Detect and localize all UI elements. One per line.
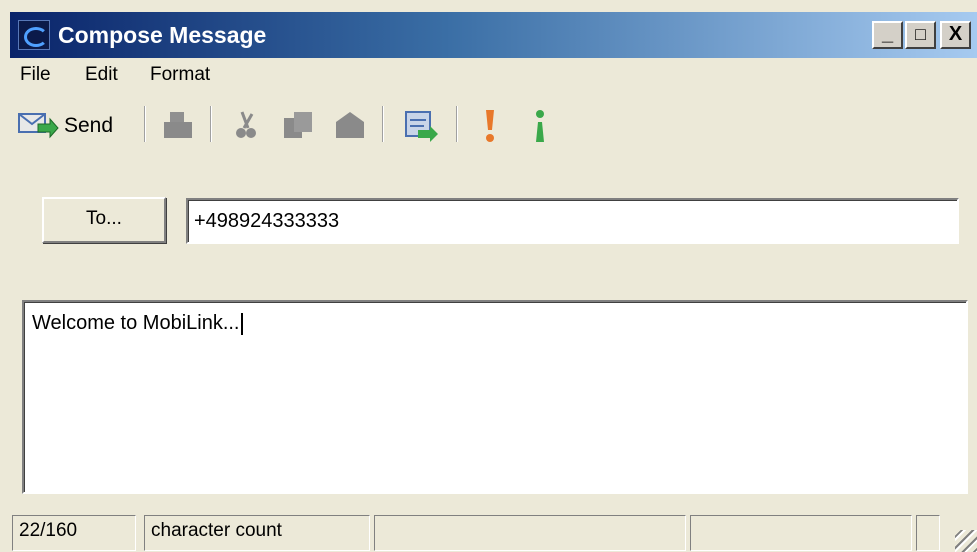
high-priority-icon[interactable] — [480, 106, 500, 146]
app-icon[interactable] — [18, 20, 50, 50]
maximize-button[interactable]: □ — [905, 21, 936, 49]
to-button[interactable]: To... — [42, 197, 166, 243]
menu-file[interactable]: File — [20, 64, 51, 86]
toolbar-separator — [382, 106, 384, 142]
toolbar: Send — [10, 98, 977, 154]
to-recipient-value: +498924333333 — [194, 210, 340, 232]
message-body-field[interactable]: Welcome to MobiLink... — [22, 300, 968, 494]
toolbar-separator — [144, 106, 146, 142]
minimize-button[interactable]: _ — [872, 21, 903, 49]
address-book-icon[interactable] — [400, 106, 440, 146]
send-icon — [18, 113, 59, 139]
status-count: 22/160 — [12, 515, 136, 551]
status-panel-empty — [916, 515, 940, 551]
cut-icon[interactable] — [228, 108, 264, 144]
close-button[interactable]: X — [940, 21, 971, 49]
title-bar[interactable]: Compose Message _ □ X — [10, 12, 977, 58]
compose-window: Compose Message _ □ X File Edit Format S… — [0, 0, 977, 552]
status-panel-empty — [374, 515, 686, 551]
send-label: Send — [64, 114, 114, 137]
status-count-label: character count — [144, 515, 370, 551]
paste-icon[interactable] — [332, 108, 368, 144]
status-bar: 22/160 character count — [10, 515, 977, 552]
to-recipient-field[interactable]: +498924333333 — [186, 198, 959, 244]
resize-grip-icon[interactable] — [955, 530, 977, 552]
print-icon[interactable] — [160, 108, 196, 144]
message-text: Welcome to MobiLink... — [32, 312, 240, 334]
low-priority-icon[interactable] — [530, 106, 550, 146]
menu-edit[interactable]: Edit — [85, 64, 118, 86]
menu-bar: File Edit Format — [10, 58, 977, 92]
menu-format[interactable]: Format — [150, 64, 210, 86]
status-panel-empty — [690, 515, 912, 551]
copy-icon[interactable] — [280, 108, 316, 144]
toolbar-separator — [456, 106, 458, 142]
window-title: Compose Message — [58, 22, 267, 48]
toolbar-separator — [210, 106, 212, 142]
text-caret — [240, 312, 243, 335]
send-button[interactable]: Send — [16, 110, 134, 144]
